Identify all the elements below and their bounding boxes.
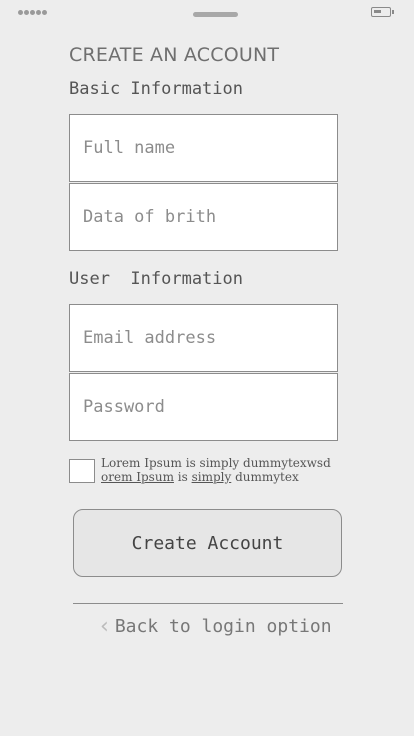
password-field[interactable]: Password [69,373,338,441]
terms-line-1: Lorem Ipsum is simply dummytexwsd [101,456,331,470]
chevron-left-icon: ‹ [100,614,109,639]
email-placeholder: Email address [83,328,217,348]
user-information-heading: User Information [69,269,243,289]
date-of-birth-placeholder: Data of brith [83,207,217,227]
terms-link-1[interactable]: orem Ipsum [101,470,174,484]
back-to-login-link[interactable]: ‹ Back to login option [100,614,332,639]
terms-text: Lorem Ipsum is simply dummytexwsd orem I… [101,456,331,484]
signal-dots-icon [18,10,47,15]
speaker-slot [193,12,238,17]
email-field[interactable]: Email address [69,304,338,372]
create-account-button[interactable]: Create Account [73,509,342,577]
full-name-field[interactable]: Full name [69,114,338,182]
password-placeholder: Password [83,397,165,417]
full-name-placeholder: Full name [83,138,176,158]
terms-link-2[interactable]: simply [192,470,232,484]
create-account-label: Create Account [131,532,284,554]
date-of-birth-field[interactable]: Data of brith [69,183,338,251]
back-to-login-label: Back to login option [114,616,332,637]
battery-icon [371,7,394,17]
basic-information-heading: Basic Information [69,79,243,99]
terms-checkbox[interactable] [69,459,95,483]
page-title: CREATE AN ACCOUNT [69,44,280,66]
terms-line-2: orem Ipsum is simply dummytex [101,470,299,484]
divider [73,603,343,604]
